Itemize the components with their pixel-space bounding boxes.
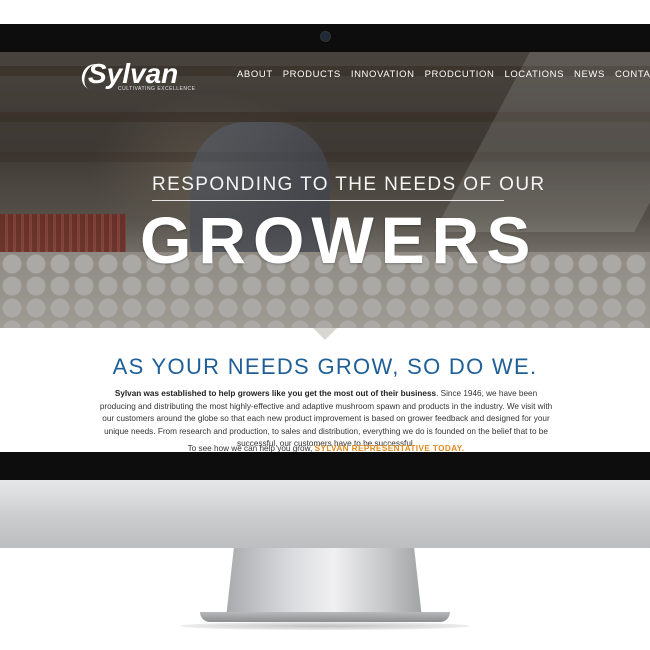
hero-banner: Sylvan CULTIVATING EXCELLENCE ABOUT PROD… xyxy=(0,52,650,328)
monitor-bezel-bottom xyxy=(0,452,650,480)
nav-item-products[interactable]: PRODUCTS xyxy=(278,68,346,82)
representative-link[interactable]: SYLVAN REPRESENTATIVE TODAY. xyxy=(315,444,465,452)
monitor-stand xyxy=(226,548,422,618)
monitor-shadow xyxy=(180,622,470,630)
hero-title: GROWERS xyxy=(140,203,538,277)
sylvan-logo[interactable]: Sylvan CULTIVATING EXCELLENCE xyxy=(78,58,195,94)
section-intro-bold: Sylvan was established to help growers l… xyxy=(114,389,437,398)
nav-item-locations[interactable]: LOCATIONS xyxy=(499,68,569,82)
logo-tagline: CULTIVATING EXCELLENCE xyxy=(118,86,196,92)
nav-item-contact[interactable]: CONTACT xyxy=(610,68,650,82)
section-body: Sylvan was established to help growers l… xyxy=(98,388,554,451)
cta-prefix: To see how we can help you grow, xyxy=(187,444,313,452)
nav-item-about[interactable]: ABOUT xyxy=(232,68,278,82)
nav-item-production[interactable]: PRODCUTION xyxy=(420,68,500,82)
website-screen: Sylvan CULTIVATING EXCELLENCE ABOUT PROD… xyxy=(0,52,650,452)
nav-item-news[interactable]: NEWS xyxy=(569,68,610,82)
monitor-chin xyxy=(0,480,650,548)
section-pointer-icon xyxy=(313,328,337,340)
webcam-icon xyxy=(321,32,330,41)
section-heading: AS YOUR NEEDS GROW, SO DO WE. xyxy=(112,354,538,379)
main-nav: ABOUT PRODUCTS INNOVATION PRODCUTION LOC… xyxy=(232,68,650,82)
monitor-stand-base xyxy=(200,612,450,622)
cta-line: To see how we can help you grow, SYLVAN … xyxy=(98,444,554,452)
hero-subtitle: RESPONDING TO THE NEEDS OF OUR xyxy=(152,174,546,195)
nav-item-innovation[interactable]: INNOVATION xyxy=(346,68,420,82)
